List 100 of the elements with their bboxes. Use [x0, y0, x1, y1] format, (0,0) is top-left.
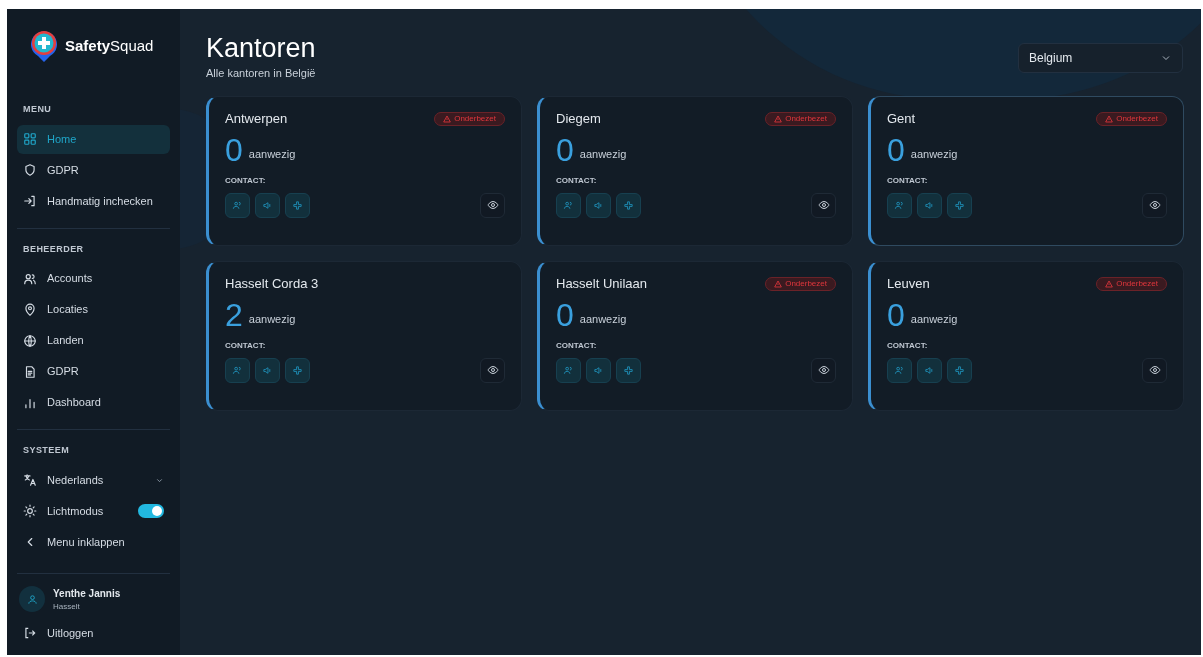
office-name: Leuven [887, 274, 930, 293]
attendance-label: aanwezig [579, 147, 627, 162]
person-icon [894, 199, 905, 211]
contact-label: CONTACT: [225, 174, 267, 187]
megaphone-button[interactable] [917, 357, 942, 383]
megaphone-button[interactable] [917, 192, 942, 218]
person-icon [232, 364, 243, 376]
view-button[interactable] [811, 357, 836, 383]
eye-icon [486, 199, 499, 211]
shield-icon [23, 163, 37, 177]
contact-person-button[interactable] [887, 357, 912, 383]
attendance-count: 0 [887, 132, 905, 167]
view-button[interactable] [1142, 192, 1167, 218]
person-icon [563, 199, 574, 211]
understaffed-badge: Onderbezet [765, 276, 836, 291]
understaffed-badge: Onderbezet [434, 111, 505, 126]
sidebar-item[interactable]: Locaties [17, 295, 170, 324]
sun-icon [23, 504, 37, 518]
user-name: Yenthe Jannis [53, 586, 121, 601]
attendance-count: 2 [225, 297, 243, 332]
office-name: Antwerpen [225, 109, 288, 128]
megaphone-button[interactable] [255, 357, 280, 383]
attendance-count: 0 [556, 132, 574, 167]
section-heading: BEHEERDER [22, 242, 85, 256]
megaphone-icon [593, 364, 604, 376]
cross-icon [954, 364, 965, 376]
warning-icon [1105, 279, 1114, 288]
view-button[interactable] [480, 357, 505, 383]
first-aid-button[interactable] [616, 357, 641, 383]
megaphone-button[interactable] [586, 192, 611, 218]
eye-icon [1148, 364, 1161, 376]
person-icon [563, 364, 574, 376]
sidebar-item[interactable]: Lichtmodus [17, 496, 170, 526]
translate-icon [23, 473, 37, 487]
cross-icon [954, 199, 965, 211]
megaphone-button[interactable] [586, 357, 611, 383]
warning-icon [1105, 114, 1114, 123]
sidebar-item[interactable]: Landen [17, 326, 170, 355]
megaphone-button[interactable] [255, 192, 280, 218]
attendance-label: aanwezig [910, 147, 958, 162]
sidebar-item[interactable]: Home [17, 124, 170, 154]
understaffed-badge: Onderbezet [765, 111, 836, 126]
first-aid-button[interactable] [947, 192, 972, 218]
contact-person-button[interactable] [225, 192, 250, 218]
office-name: Hasselt Corda 3 [225, 274, 319, 293]
warning-icon [774, 279, 783, 288]
person-icon [894, 364, 905, 376]
grid-icon [23, 132, 37, 146]
attendance-label: aanwezig [910, 312, 958, 327]
megaphone-icon [262, 199, 273, 211]
sidebar-item[interactable]: GDPR [17, 155, 170, 185]
view-button[interactable] [480, 192, 505, 218]
sidebar-item[interactable]: Menu inklappen [17, 527, 170, 557]
logo-icon [29, 29, 59, 63]
office-name: Gent [887, 109, 916, 128]
attendance-count: 0 [225, 132, 243, 167]
contact-person-button[interactable] [887, 192, 912, 218]
eye-icon [817, 364, 830, 376]
first-aid-button[interactable] [947, 357, 972, 383]
sidebar-item[interactable]: Handmatig inchecken [17, 186, 170, 216]
megaphone-icon [924, 364, 935, 376]
attendance-label: aanwezig [248, 147, 296, 162]
cross-icon [292, 364, 303, 376]
sidebar-item[interactable]: Nederlands [17, 465, 170, 495]
users-icon [23, 271, 37, 286]
warning-icon [443, 114, 452, 123]
document-icon [23, 364, 37, 379]
location-pin-icon [23, 302, 37, 317]
eye-icon [486, 364, 499, 376]
sidebar-item[interactable]: GDPR [17, 357, 170, 386]
first-aid-button[interactable] [616, 192, 641, 218]
logout-button[interactable]: Uitloggen [17, 624, 170, 641]
attendance-count: 0 [556, 297, 574, 332]
avatar-icon [19, 586, 45, 612]
megaphone-icon [593, 199, 604, 211]
contact-label: CONTACT: [556, 339, 598, 352]
view-button[interactable] [811, 192, 836, 218]
first-aid-button[interactable] [285, 192, 310, 218]
megaphone-icon [262, 364, 273, 376]
sidebar-item[interactable]: Accounts [17, 264, 170, 293]
page-title: Kantoren [206, 33, 316, 63]
contact-person-button[interactable] [556, 192, 581, 218]
contact-person-button[interactable] [225, 357, 250, 383]
first-aid-button[interactable] [285, 357, 310, 383]
view-button[interactable] [1142, 357, 1167, 383]
attendance-label: aanwezig [579, 312, 627, 327]
office-name: Hasselt Unilaan [556, 274, 648, 293]
country-dropdown[interactable]: Belgium [1018, 43, 1183, 73]
warning-icon [774, 114, 783, 123]
person-icon [232, 199, 243, 211]
sidebar-item[interactable]: Dashboard [17, 388, 170, 417]
cross-icon [623, 364, 634, 376]
brand-name: SafetySquad [65, 35, 154, 56]
page-subtitle: Alle kantoren in België [206, 66, 316, 81]
toggle-switch[interactable] [138, 504, 164, 518]
section-heading: MENU [22, 103, 53, 116]
megaphone-icon [924, 199, 935, 211]
contact-person-button[interactable] [556, 357, 581, 383]
understaffed-badge: Onderbezet [1096, 276, 1167, 291]
globe-icon [23, 333, 37, 348]
